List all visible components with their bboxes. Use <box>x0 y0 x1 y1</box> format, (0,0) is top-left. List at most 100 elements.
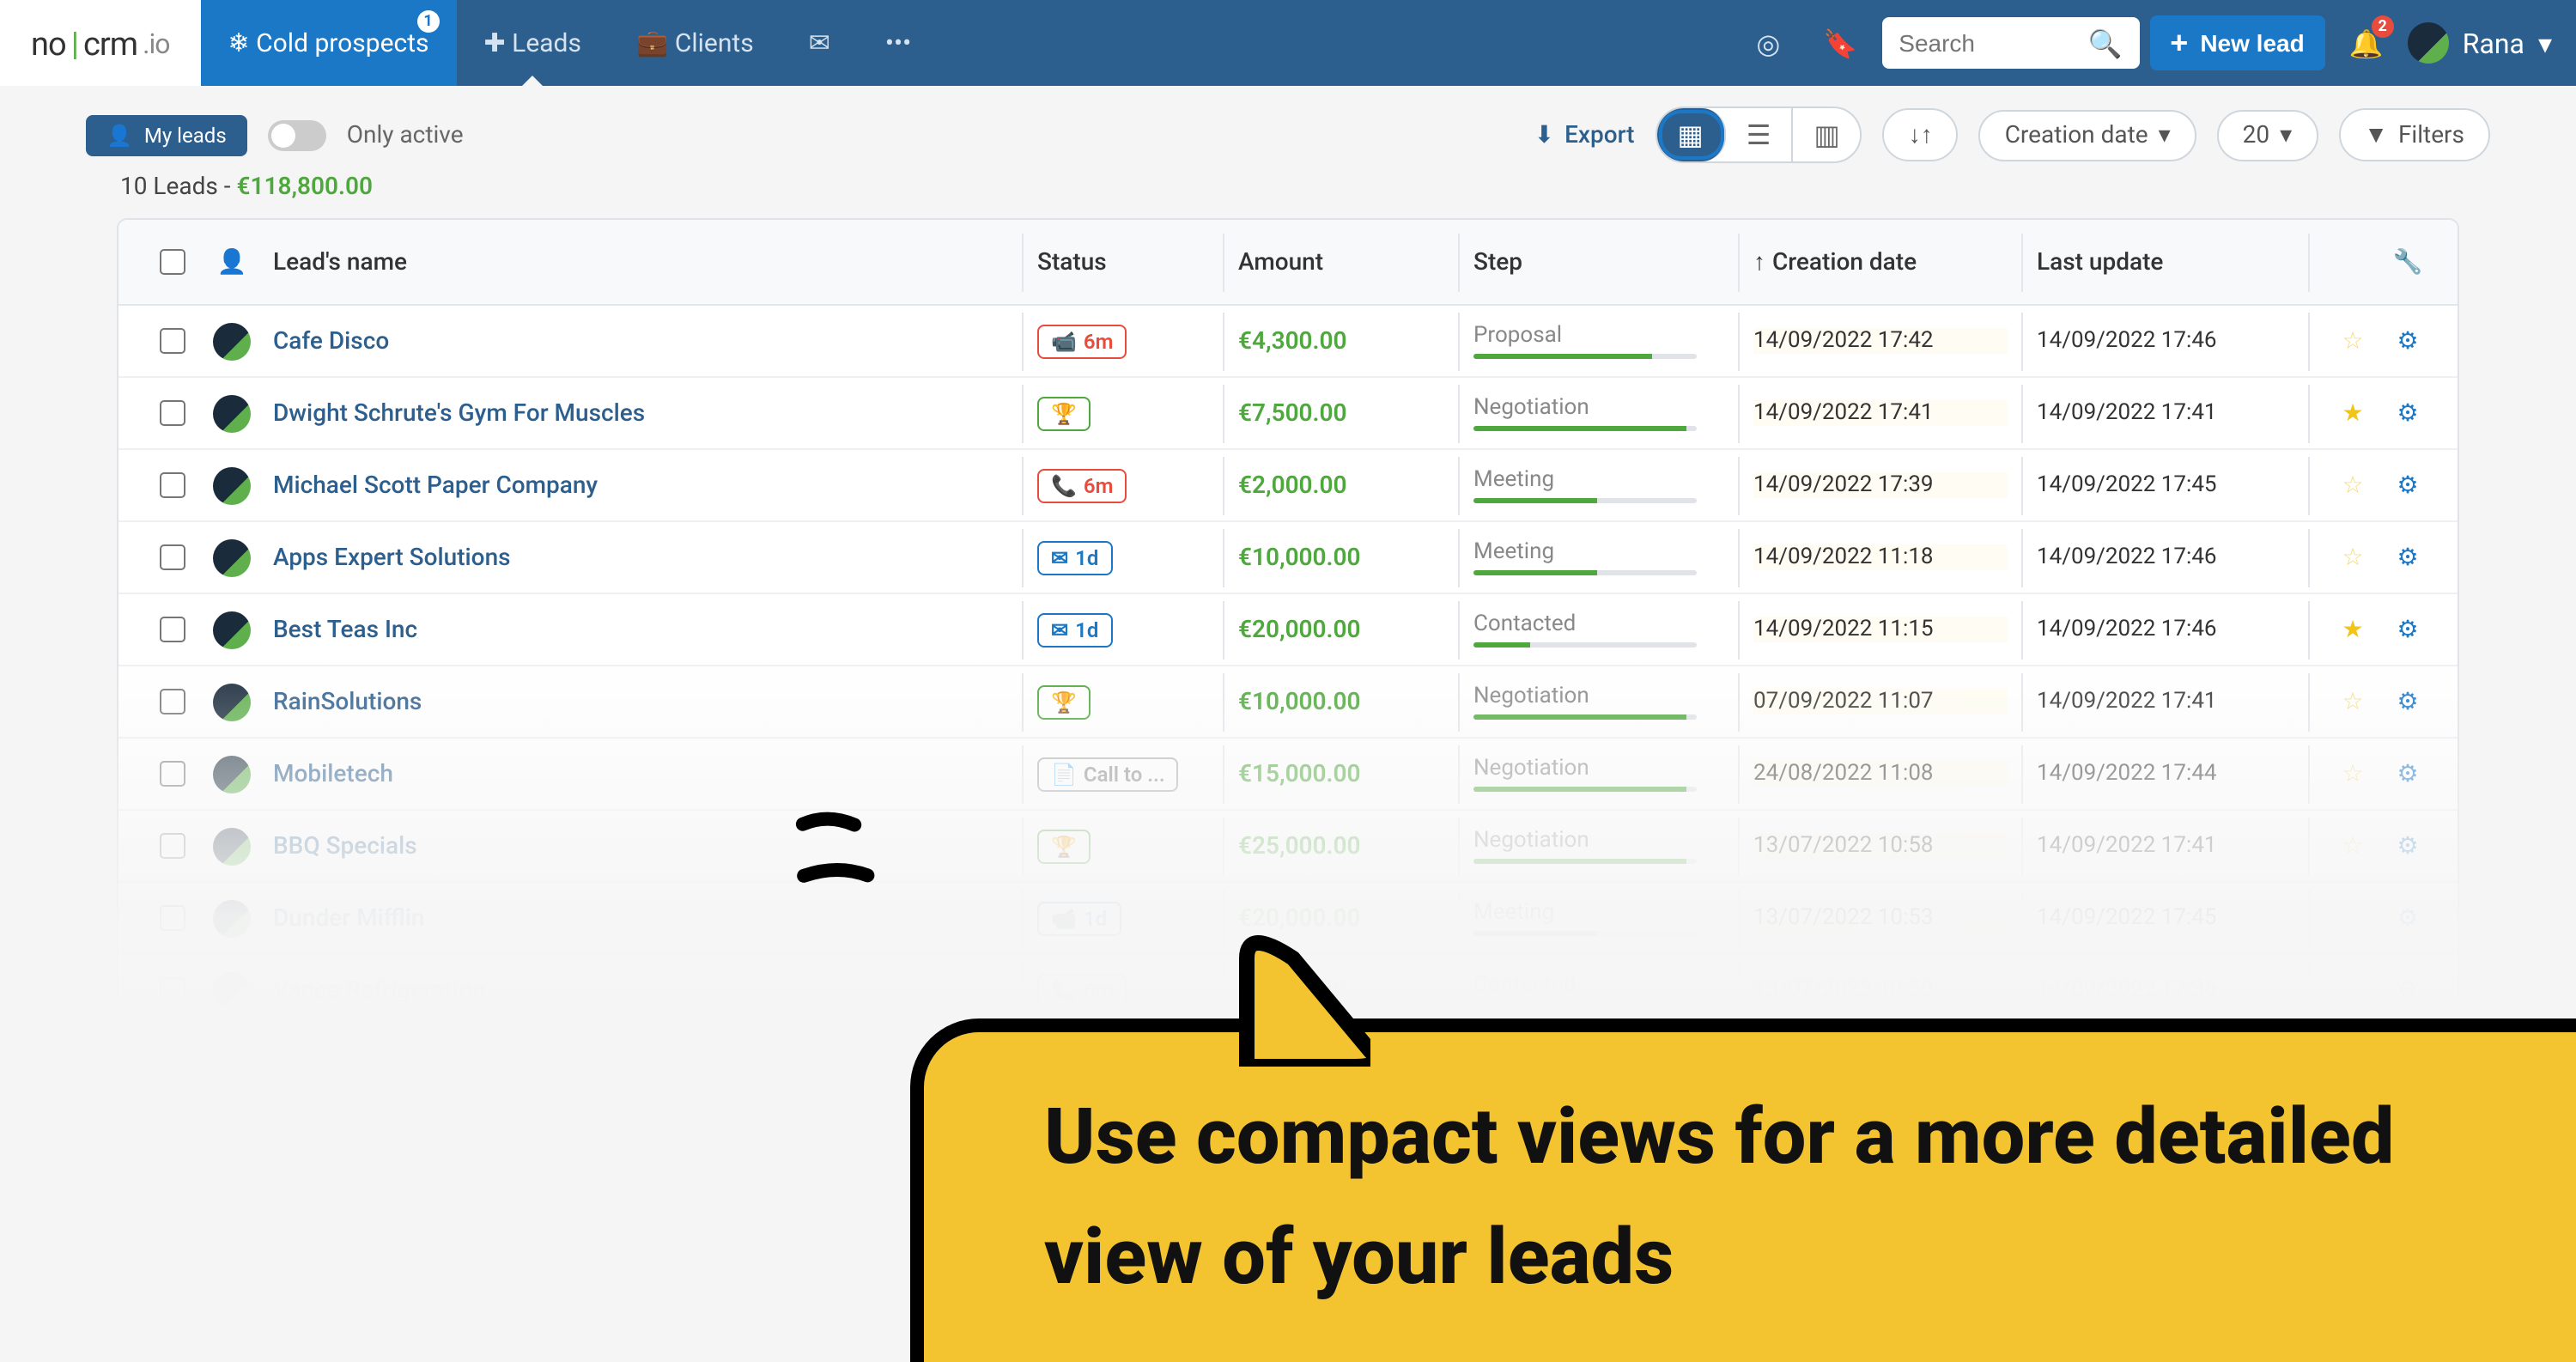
row-settings[interactable]: ⚙ <box>2397 760 2418 787</box>
lead-name-link[interactable]: Best Teas Inc <box>273 616 417 643</box>
row-settings[interactable]: ⚙ <box>2397 904 2418 932</box>
row-checkbox[interactable] <box>159 761 185 787</box>
filters-button[interactable]: ▼ Filters <box>2338 108 2490 161</box>
star-toggle[interactable]: ☆ <box>2342 471 2363 499</box>
sort-field[interactable]: Creation date ▾ <box>1979 109 2196 161</box>
view-list[interactable]: ☰ <box>1726 108 1794 161</box>
row-checkbox[interactable] <box>159 328 185 354</box>
trophy-icon: 🏆 <box>1051 690 1077 714</box>
star-toggle[interactable]: ☆ <box>2342 760 2363 787</box>
only-active-label: Only active <box>347 121 464 149</box>
row-checkbox[interactable] <box>159 400 185 426</box>
row-settings[interactable]: ⚙ <box>2397 688 2418 715</box>
lead-name-link[interactable]: Mobiletech <box>273 760 393 787</box>
star-toggle[interactable]: ☆ <box>2342 544 2363 571</box>
nav-cold-prospects[interactable]: ❄ Cold prospects 1 <box>201 0 457 86</box>
row-checkbox[interactable] <box>159 905 185 931</box>
new-lead-button[interactable]: + New lead <box>2149 15 2324 70</box>
row-settings[interactable]: ⚙ <box>2397 616 2418 643</box>
logo[interactable]: no|crm.io <box>0 0 201 86</box>
lead-name-link[interactable]: BBQ Specials <box>273 832 417 860</box>
lead-name-link[interactable]: Dwight Schrute's Gym For Muscles <box>273 399 645 427</box>
select-all-checkbox[interactable] <box>159 249 185 275</box>
amount-cell: €7,500.00 <box>1238 399 1444 427</box>
search-icon[interactable]: 🔍 <box>2087 27 2122 59</box>
nav-more[interactable]: ••• <box>858 0 939 86</box>
row-checkbox[interactable] <box>159 689 185 714</box>
sort-direction[interactable]: ↓↑ <box>1883 108 1959 161</box>
creation-date-cell: 14/09/2022 17:42 <box>1753 328 2008 354</box>
lead-avatar <box>213 683 251 721</box>
only-active-toggle[interactable] <box>268 119 326 150</box>
user-menu[interactable]: Rana ▾ <box>2408 22 2552 64</box>
export-button[interactable]: ⬇ Export <box>1534 121 1635 149</box>
leads-table: 👤 Lead's name Status Amount Step ↑ Creat… <box>117 218 2459 1029</box>
view-compact[interactable]: ▦ <box>1657 108 1726 161</box>
nav-mail[interactable]: ✉ <box>781 0 858 86</box>
lead-name-link[interactable]: Dunder Mifflin <box>273 904 424 932</box>
lead-name-link[interactable]: Apps Expert Solutions <box>273 544 511 571</box>
col-name[interactable]: Lead's name <box>263 248 1008 276</box>
search-box[interactable]: 🔍 <box>1881 17 2139 69</box>
update-date-cell: 14/09/2022 17:46 <box>2037 328 2294 354</box>
row-settings[interactable]: ⚙ <box>2397 399 2418 427</box>
wrench-icon[interactable]: 🔧 <box>2393 248 2423 276</box>
amount-cell: €2,000.00 <box>1238 471 1444 499</box>
lead-name-link[interactable]: Vance Refrigeration <box>273 976 486 1004</box>
top-navbar: no|crm.io ❄ Cold prospects 1 ✚ Leads 💼 C… <box>0 0 2576 86</box>
col-last-update[interactable]: Last update <box>2037 248 2294 276</box>
col-status[interactable]: Status <box>1037 248 1209 276</box>
chevron-down-icon: ▾ <box>2538 27 2552 59</box>
update-date-cell: 14/09/2022 17:45 <box>2037 472 2294 498</box>
star-toggle[interactable]: ★ <box>2342 616 2363 643</box>
notifications[interactable]: 🔔 2 <box>2336 12 2397 74</box>
status-badge: 📞 6m <box>1037 973 1127 1007</box>
star-toggle[interactable]: ☆ <box>2342 904 2363 932</box>
row-settings[interactable]: ⚙ <box>2397 976 2418 1004</box>
star-toggle[interactable]: ☆ <box>2342 832 2363 860</box>
search-input[interactable] <box>1899 29 2087 57</box>
nav-leads[interactable]: ✚ Leads <box>457 0 609 86</box>
creation-date-cell: 13/07/2022 10:53 <box>1753 905 2008 931</box>
doc-icon: 📄 <box>1051 762 1077 786</box>
nav-bookmark[interactable]: 🔖 <box>1809 12 1871 74</box>
status-won: 🏆 <box>1037 829 1091 863</box>
col-amount[interactable]: Amount <box>1238 248 1444 276</box>
col-creation-date[interactable]: ↑ Creation date <box>1753 247 2008 277</box>
row-checkbox[interactable] <box>159 977 185 1003</box>
row-checkbox[interactable] <box>159 617 185 642</box>
export-icon: ⬇ <box>1534 121 1554 149</box>
star-toggle[interactable]: ★ <box>2342 399 2363 427</box>
row-settings[interactable]: ⚙ <box>2397 832 2418 860</box>
nav-goals[interactable]: ◎ <box>1737 12 1799 74</box>
lead-name-link[interactable]: RainSolutions <box>273 688 422 715</box>
row-checkbox[interactable] <box>159 544 185 570</box>
trophy-icon: 🏆 <box>1051 834 1077 858</box>
table-row: Michael Scott Paper Company 📞 6m €2,000.… <box>118 450 2458 522</box>
star-toggle[interactable]: ☆ <box>2342 976 2363 1004</box>
my-leads-pill[interactable]: 👤 My leads <box>86 114 247 155</box>
bars-icon: ▥ <box>1814 119 1839 151</box>
envelope-icon: ✉ <box>809 27 830 58</box>
phone-icon: 📞 <box>1051 978 1077 1002</box>
nav-clients[interactable]: 💼 Clients <box>609 0 781 86</box>
row-settings[interactable]: ⚙ <box>2397 327 2418 355</box>
video-icon: 📹 <box>1051 906 1077 930</box>
notif-badge: 2 <box>2372 15 2394 38</box>
star-toggle[interactable]: ☆ <box>2342 327 2363 355</box>
table-row: RainSolutions 🏆 €10,000.00 Negotiation 0… <box>118 666 2458 739</box>
step-cell: Negotiation <box>1473 684 1724 720</box>
summary-line: 10 Leads - €118,800.00 <box>0 163 2576 218</box>
lead-name-link[interactable]: Cafe Disco <box>273 327 389 355</box>
lead-name-link[interactable]: Michael Scott Paper Company <box>273 471 598 499</box>
star-toggle[interactable]: ☆ <box>2342 688 2363 715</box>
row-checkbox[interactable] <box>159 833 185 859</box>
col-step[interactable]: Step <box>1473 248 1724 276</box>
view-pipeline[interactable]: ▥ <box>1793 108 1860 161</box>
step-cell: Contacted <box>1473 972 1724 1008</box>
page-size[interactable]: 20 ▾ <box>2217 109 2318 161</box>
video-icon: 📹 <box>1051 329 1077 353</box>
row-settings[interactable]: ⚙ <box>2397 544 2418 571</box>
row-settings[interactable]: ⚙ <box>2397 471 2418 499</box>
row-checkbox[interactable] <box>159 472 185 498</box>
